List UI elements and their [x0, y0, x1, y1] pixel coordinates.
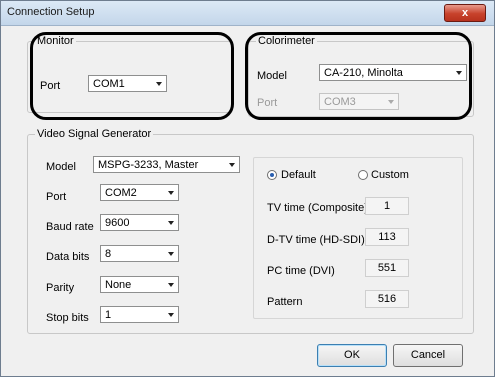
- colorimeter-model-select[interactable]: CA-210, Minolta: [319, 64, 467, 81]
- title-bar: Connection Setup x: [1, 1, 494, 26]
- radio-selected-dot: [270, 173, 274, 177]
- pc-time-label: PC time (DVI): [267, 265, 335, 277]
- window-title: Connection Setup: [7, 6, 95, 18]
- monitor-group-label: Monitor: [35, 35, 76, 47]
- vsg-port-select[interactable]: COM2: [100, 184, 179, 201]
- vsg-port-label: Port: [46, 191, 67, 203]
- dtv-time-value: 113: [365, 228, 409, 246]
- vsg-parity-value: None: [105, 279, 132, 291]
- vsg-model-select[interactable]: MSPG-3233, Master: [93, 156, 240, 173]
- vsg-databits-label: Data bits: [46, 251, 90, 263]
- vsg-databits-value: 8: [105, 248, 112, 260]
- default-radio[interactable]: [267, 170, 277, 180]
- vsg-stopbits-value: 1: [105, 309, 112, 321]
- vsg-baud-value: 9600: [105, 217, 130, 229]
- chevron-down-icon: [168, 191, 174, 195]
- monitor-port-value: COM1: [93, 78, 125, 90]
- monitor-port-select[interactable]: COM1: [88, 75, 167, 92]
- chevron-down-icon: [388, 100, 394, 104]
- cancel-button[interactable]: Cancel: [393, 344, 463, 367]
- chevron-down-icon: [168, 252, 174, 256]
- default-radio-label[interactable]: Default: [281, 169, 316, 181]
- vsg-baud-label: Baud rate: [46, 221, 94, 233]
- ok-button[interactable]: OK: [317, 344, 387, 367]
- vsg-baud-select[interactable]: 9600: [100, 214, 179, 231]
- vsg-parity-select[interactable]: None: [100, 276, 179, 293]
- chevron-down-icon: [168, 283, 174, 287]
- vsg-port-value: COM2: [105, 187, 137, 199]
- colorimeter-model-label: Model: [257, 70, 287, 82]
- pattern-value: 516: [365, 290, 409, 308]
- chevron-down-icon: [229, 163, 235, 167]
- colorimeter-port-value: COM3: [324, 96, 356, 108]
- monitor-port-label: Port: [40, 80, 61, 92]
- vsg-stopbits-label: Stop bits: [46, 312, 89, 324]
- tv-time-value: 1: [365, 197, 409, 215]
- vsg-databits-select[interactable]: 8: [100, 245, 179, 262]
- vsg-parity-label: Parity: [46, 282, 75, 294]
- pc-time-value: 551: [365, 259, 409, 277]
- vsg-model-label: Model: [46, 161, 76, 173]
- custom-radio[interactable]: [358, 170, 368, 180]
- dtv-time-label: D-TV time (HD-SDI): [267, 234, 365, 246]
- chevron-down-icon: [168, 221, 174, 225]
- vsg-stopbits-select[interactable]: 1: [100, 306, 179, 323]
- pattern-label: Pattern: [267, 296, 303, 308]
- chevron-down-icon: [456, 71, 462, 75]
- colorimeter-port-select: COM3: [319, 93, 399, 110]
- chevron-down-icon: [156, 82, 162, 86]
- tv-time-label: TV time (Composite): [267, 202, 368, 214]
- close-icon: x: [461, 7, 469, 19]
- close-button[interactable]: x: [444, 4, 486, 22]
- colorimeter-group-label: Colorimeter: [256, 35, 317, 47]
- connection-setup-dialog: Connection Setup x Monitor Port COM1 Col…: [0, 0, 495, 377]
- vsg-group-label: Video Signal Generator: [35, 128, 154, 140]
- colorimeter-model-value: CA-210, Minolta: [324, 67, 403, 79]
- colorimeter-port-label: Port: [257, 97, 278, 109]
- vsg-model-value: MSPG-3233, Master: [98, 159, 199, 171]
- custom-radio-label[interactable]: Custom: [371, 169, 409, 181]
- chevron-down-icon: [168, 313, 174, 317]
